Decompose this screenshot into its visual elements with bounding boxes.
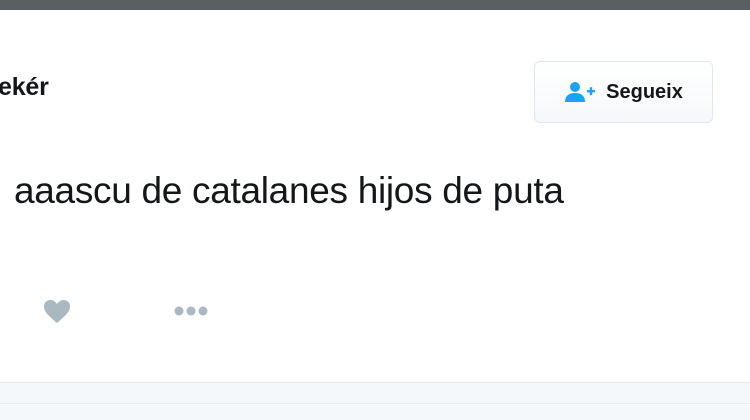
follow-button[interactable]: Segueix — [534, 61, 713, 123]
more-options-button[interactable] — [172, 303, 210, 323]
author-name[interactable]: ekér — [0, 73, 49, 102]
more-dots-icon — [173, 304, 209, 322]
card-footer — [0, 383, 750, 420]
footer-divider — [0, 403, 750, 404]
like-button[interactable] — [42, 299, 72, 330]
heart-icon — [43, 299, 71, 330]
add-user-icon — [564, 81, 596, 103]
tweet-text: aaascu de catalanes hijos de puta — [14, 170, 564, 211]
follow-button-label: Segueix — [606, 80, 683, 103]
window-top-bar — [0, 0, 750, 10]
